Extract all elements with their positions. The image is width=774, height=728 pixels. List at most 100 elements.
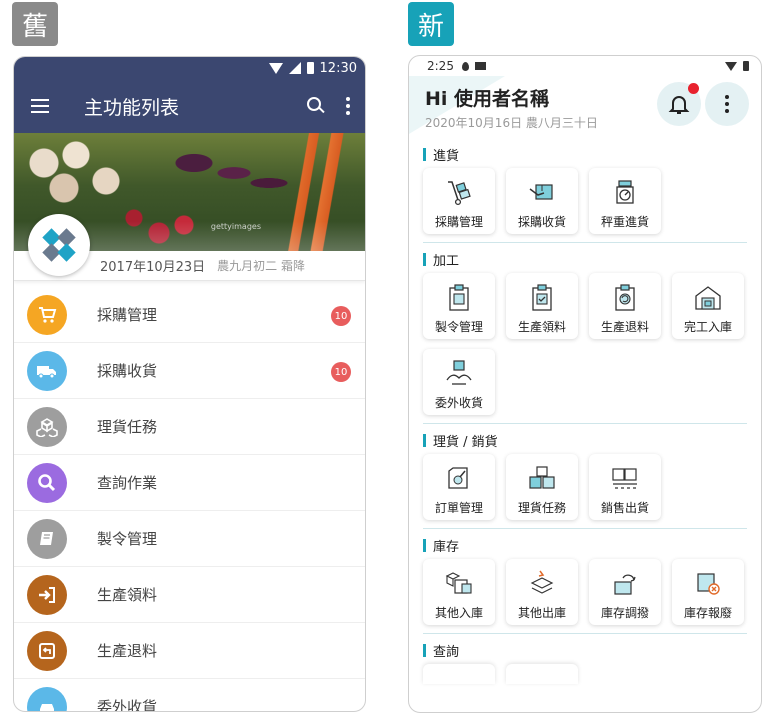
order-doc-icon xyxy=(448,467,468,489)
new-app-screen: 2:25 Hi 使用者名稱 2020年10月16日 農八月三十日 進貨 採購管理… xyxy=(408,55,762,713)
tile-outsourcing-receiving[interactable]: 委外收貨 xyxy=(423,349,495,415)
tile-label: 理貨任務 xyxy=(517,501,566,515)
tile-purchase-management[interactable]: 採購管理 xyxy=(423,168,495,234)
cart-icon xyxy=(27,294,67,335)
tile-label: 製令管理 xyxy=(434,320,483,334)
tile-material-return[interactable]: 生產退料 xyxy=(589,273,661,339)
box-out-icon xyxy=(530,570,554,594)
tile-label: 其他入庫 xyxy=(434,606,483,620)
tile-finished-goods-in[interactable]: 完工入庫 xyxy=(672,273,744,339)
list-item-label: 採購收貨 xyxy=(97,362,158,380)
stacked-boxes-icon xyxy=(529,466,555,489)
more-vert-icon[interactable] xyxy=(331,97,365,115)
list-item-label: 查詢作業 xyxy=(97,474,158,492)
greeting: Hi 使用者名稱 xyxy=(425,88,550,110)
hamburger-menu-icon[interactable] xyxy=(14,99,66,113)
function-list: 採購管理 10 採購收貨 10 理貨任務 查詢作業 製令管理 生產領料 生產退料… xyxy=(14,287,365,712)
tile-sales-shipment[interactable]: 銷售出貨 xyxy=(589,454,661,520)
tile-label: 銷售出貨 xyxy=(600,501,649,515)
list-item-label: 製令管理 xyxy=(97,530,158,548)
sim-card-icon xyxy=(474,62,486,70)
tile-partial[interactable] xyxy=(423,664,495,684)
list-item[interactable]: 查詢作業 xyxy=(14,455,365,511)
tile-label: 秤重進貨 xyxy=(600,215,649,229)
page-title: 主功能列表 xyxy=(84,96,180,119)
list-item-label: 生產領料 xyxy=(97,586,158,604)
list-item[interactable]: 製令管理 xyxy=(14,511,365,567)
boxes-icon xyxy=(27,406,67,447)
list-item[interactable]: 理貨任務 xyxy=(14,399,365,455)
battery-icon xyxy=(743,61,749,71)
tile-inventory-transfer[interactable]: 庫存調撥 xyxy=(589,559,661,625)
notification-dot xyxy=(688,83,699,94)
signal-icon xyxy=(288,62,301,74)
section-title: 進貨 xyxy=(423,138,747,166)
receive-box-icon xyxy=(529,184,553,200)
transfer-box-icon xyxy=(614,574,636,595)
tile-work-order[interactable]: 製令管理 xyxy=(423,273,495,339)
section-processing: 加工 製令管理 生產領料 生產退料 完工入庫 委外收貨 xyxy=(423,243,747,424)
list-item-label: 委外收貨 xyxy=(97,698,158,712)
tile-picking-task[interactable]: 理貨任務 xyxy=(506,454,578,520)
status-bar: 12:30 xyxy=(14,57,365,79)
tile-partial[interactable] xyxy=(506,664,578,684)
clipboard-return-icon xyxy=(615,284,635,311)
shipping-icon xyxy=(612,468,637,489)
location-icon xyxy=(461,61,469,71)
old-version-label: 舊 xyxy=(12,2,58,46)
tile-weighing-receiving[interactable]: 秤重進貨 xyxy=(589,168,661,234)
tile-label: 庫存報廢 xyxy=(683,606,732,620)
current-date: 2017年10月23日 xyxy=(100,260,206,275)
tile-material-issue[interactable]: 生產領料 xyxy=(506,273,578,339)
tile-other-outbound[interactable]: 其他出庫 xyxy=(506,559,578,625)
tile-label: 委外收貨 xyxy=(434,396,483,410)
wifi-icon xyxy=(268,62,283,74)
more-vert-icon[interactable] xyxy=(705,82,749,126)
current-date: 2020年10月16日 農八月三十日 xyxy=(425,116,598,130)
tile-inventory-scrap[interactable]: 庫存報廢 xyxy=(672,559,744,625)
old-app-screen: 12:30 主功能列表 gettyimages 2017年10月23日 農九月初… xyxy=(13,56,366,712)
section-query: 查詢 xyxy=(423,634,747,692)
tile-purchase-receiving[interactable]: 採購收貨 xyxy=(506,168,578,234)
wifi-icon xyxy=(725,61,737,71)
clipboard-check-icon xyxy=(532,284,552,311)
list-item-label: 理貨任務 xyxy=(97,418,158,436)
app-logo xyxy=(28,214,90,276)
list-item[interactable]: 生產領料 xyxy=(14,567,365,623)
tile-other-inbound[interactable]: 其他入庫 xyxy=(423,559,495,625)
status-time: 2:25 xyxy=(427,59,454,73)
bell-icon xyxy=(668,96,690,114)
status-time: 12:30 xyxy=(319,60,357,76)
tile-label: 庫存調撥 xyxy=(600,606,649,620)
tile-label: 訂單管理 xyxy=(434,501,483,515)
tile-order-management[interactable]: 訂單管理 xyxy=(423,454,495,520)
count-badge: 10 xyxy=(331,362,351,382)
tile-label: 採購收貨 xyxy=(517,215,566,229)
clipboard-icon xyxy=(449,284,469,311)
tile-label: 完工入庫 xyxy=(683,320,732,334)
status-bar: 2:25 xyxy=(409,56,761,76)
list-item-label: 採購管理 xyxy=(97,306,158,324)
banner-watermark: gettyimages xyxy=(210,222,261,231)
return-icon xyxy=(27,630,67,671)
app-bar: 主功能列表 xyxy=(14,79,365,133)
section-title: 庫存 xyxy=(423,529,747,557)
boxes-in-icon xyxy=(445,572,472,594)
battery-icon xyxy=(306,62,314,74)
tile-label: 採購管理 xyxy=(434,215,483,229)
search-icon[interactable] xyxy=(301,91,331,121)
list-item[interactable]: 採購收貨 10 xyxy=(14,343,365,399)
tile-label: 生產領料 xyxy=(517,320,566,334)
hand-truck-icon xyxy=(448,181,471,206)
notification-button[interactable] xyxy=(657,82,701,126)
section-title: 查詢 xyxy=(423,634,747,662)
list-item[interactable]: 採購管理 10 xyxy=(14,287,365,343)
section-title: 加工 xyxy=(423,243,747,271)
count-badge: 10 xyxy=(331,306,351,326)
lunar-date: 農九月初二 霜降 xyxy=(217,259,305,273)
list-item[interactable]: 生產退料 xyxy=(14,623,365,679)
search-icon xyxy=(27,462,67,503)
new-version-label: 新 xyxy=(408,2,454,46)
list-item[interactable]: 委外收貨 xyxy=(14,679,365,712)
tile-label: 生產退料 xyxy=(600,320,649,334)
